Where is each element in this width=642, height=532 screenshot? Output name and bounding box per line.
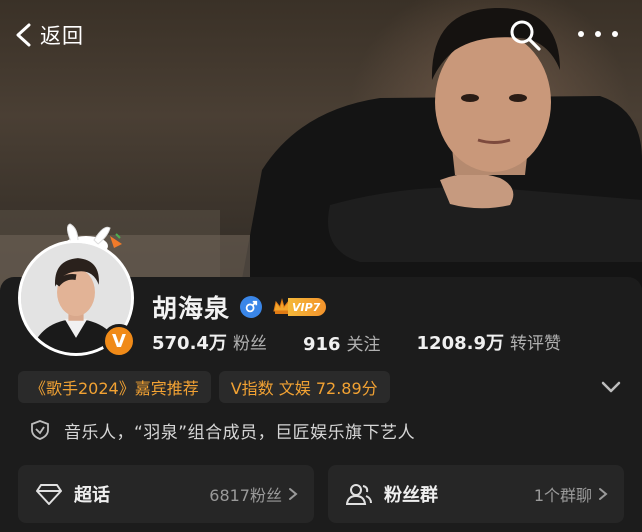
stat-value: 1208.9万	[416, 333, 504, 354]
shield-icon	[31, 420, 49, 440]
vip-label: VIP7	[288, 298, 327, 316]
entry-title: 超话	[74, 485, 110, 506]
more-dot	[595, 31, 601, 37]
male-icon	[240, 296, 263, 318]
back-label: 返回	[40, 24, 84, 48]
more-button[interactable]	[578, 22, 618, 46]
bio-row: 音乐人，“羽泉”组合成员，巨匠娱乐旗下艺人	[30, 417, 415, 443]
bio-text: 音乐人，“羽泉”组合成员，巨匠娱乐旗下艺人	[64, 422, 416, 443]
group-icon	[346, 484, 372, 505]
stat-label: 转评赞	[509, 334, 561, 354]
stats-row: 570.4万 粉丝 916 关注 1208.9万 转评赞	[152, 328, 597, 356]
stat-value: 916	[302, 333, 341, 355]
back-button[interactable]: 返回	[14, 20, 84, 50]
search-icon	[510, 20, 541, 51]
super-topic-entry[interactable]: 超话 6817粉丝	[18, 465, 314, 523]
stat-label: 关注	[346, 334, 381, 355]
verified-badge-icon: V	[102, 324, 136, 358]
search-button[interactable]	[508, 18, 542, 52]
chevron-down-icon[interactable]	[600, 378, 622, 396]
top-navigation-bar: 返回	[0, 0, 642, 70]
stat-followers[interactable]: 570.4万 粉丝	[152, 329, 267, 355]
entry-title: 粉丝群	[384, 485, 438, 506]
more-dot	[612, 31, 618, 37]
tag-recommendation[interactable]: 《歌手2024》嘉宾推荐	[18, 371, 211, 403]
tags-row: 《歌手2024》嘉宾推荐 V指数 文娱 72.89分	[18, 371, 390, 403]
chevron-right-icon	[599, 488, 608, 500]
fan-group-entry[interactable]: 粉丝群 1个群聊	[328, 465, 624, 523]
entry-meta: 1个群聊	[533, 486, 592, 505]
tag-v-index[interactable]: V指数 文娱 72.89分	[218, 371, 390, 403]
stat-following[interactable]: 916 关注	[303, 330, 381, 355]
more-dot	[578, 31, 584, 37]
profile-name: 胡海泉	[152, 294, 231, 323]
name-row: 胡海泉 VIP7	[152, 290, 327, 324]
chevron-left-icon	[16, 23, 31, 47]
diamond-icon	[36, 484, 62, 505]
entry-meta: 6817粉丝	[209, 486, 282, 505]
stat-label: 粉丝	[232, 334, 267, 354]
vip-badge[interactable]: VIP7	[272, 296, 327, 318]
stat-value: 570.4万	[152, 333, 227, 354]
avatar-area: V	[18, 222, 136, 362]
stat-interactions[interactable]: 1208.9万 转评赞	[417, 329, 561, 355]
chevron-right-icon	[289, 488, 298, 500]
